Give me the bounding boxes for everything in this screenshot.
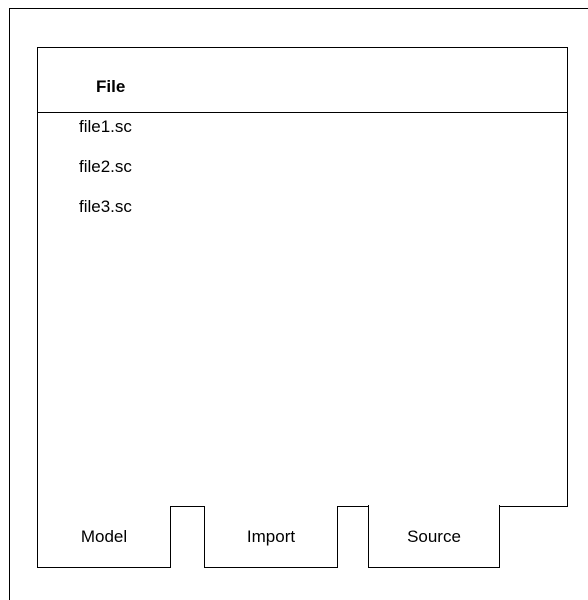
- file-list-item[interactable]: file1.sc: [79, 117, 132, 137]
- tab-source[interactable]: Source: [368, 505, 500, 568]
- file-panel-header: File: [38, 48, 567, 113]
- file-list-item[interactable]: file2.sc: [79, 157, 132, 177]
- tab-model[interactable]: Model: [37, 506, 171, 568]
- tab-import[interactable]: Import: [204, 506, 338, 568]
- file-panel: File file1.sc file2.sc file3.sc: [37, 47, 568, 507]
- file-list-item[interactable]: file3.sc: [79, 197, 132, 217]
- tab-import-label: Import: [246, 527, 296, 546]
- tab-model-label: Model: [80, 527, 128, 546]
- panel-title: File: [96, 77, 126, 96]
- tab-source-label: Source: [407, 527, 461, 546]
